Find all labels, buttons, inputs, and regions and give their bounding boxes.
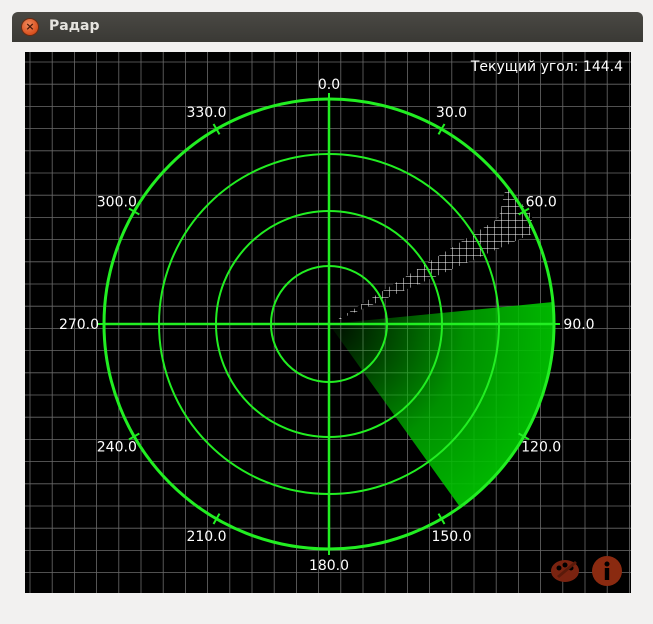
angle-label: 150.0 [431,529,471,545]
close-button[interactable]: × [22,19,38,35]
info-icon[interactable] [592,556,622,586]
angle-label: 0.0 [318,77,340,93]
close-icon: × [25,20,35,33]
angle-label: 30.0 [436,105,467,121]
radar-display: 0.0 30.0 60.0 90.0 120.0 150.0 180.0 210.0 240.0… [25,52,631,593]
angle-label: 240.0 [97,440,137,456]
angle-label: 120.0 [521,440,561,456]
palette-icon[interactable] [551,560,579,582]
angle-label: 210.0 [186,529,226,545]
window-title: Радар [49,18,100,34]
current-angle-readout: Текущий угол: 144.4 [470,59,623,75]
radar-screen: 0.0 30.0 60.0 90.0 120.0 150.0 180.0 210.0 240.0… [25,52,631,593]
angle-label: 270.0 [59,317,99,333]
angle-label: 90.0 [563,317,594,333]
angle-label: 60.0 [526,195,557,211]
angle-label: 180.0 [309,558,349,574]
angle-label: 330.0 [186,105,226,121]
angle-label: 300.0 [97,195,137,211]
title-bar: × Радар [12,12,643,42]
